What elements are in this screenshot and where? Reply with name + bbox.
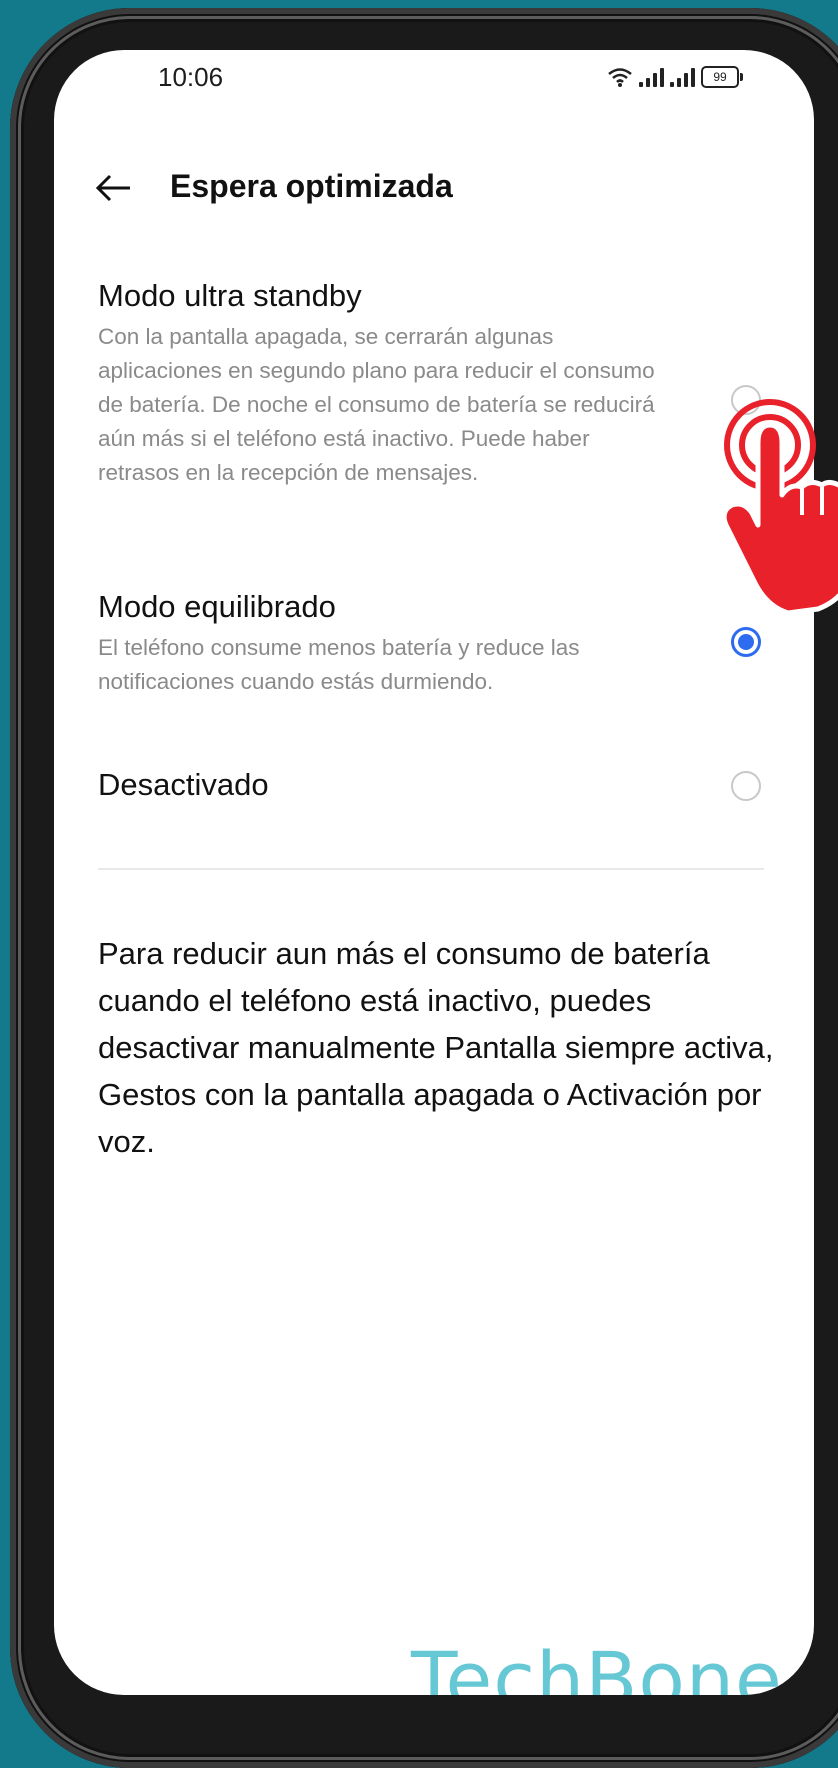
tap-hand-icon: [721, 399, 838, 615]
techbone-watermark: TechBone: [411, 1635, 783, 1695]
wifi-icon: [608, 68, 632, 87]
option-ultra-standby[interactable]: Modo ultra standby Con la pantalla apaga…: [98, 278, 768, 490]
back-arrow-icon[interactable]: [94, 168, 134, 208]
option-title: Modo equilibrado: [98, 589, 336, 624]
signal-icon-2: [670, 67, 695, 87]
option-description: Con la pantalla apagada, se cerrarán alg…: [98, 324, 655, 485]
battery-icon: 99: [701, 66, 743, 88]
signal-icon-1: [639, 67, 664, 87]
status-bar: 10:06 99: [54, 50, 814, 110]
option-title: Desactivado: [98, 767, 269, 802]
info-text: Para reducir aun más el consumo de bater…: [98, 936, 774, 1159]
header: Espera optimizada: [54, 150, 814, 230]
option-description: El teléfono consume menos batería y redu…: [98, 635, 580, 694]
status-time: 10:06: [158, 62, 224, 92]
page-title: Espera optimizada: [170, 168, 453, 204]
option-balanced[interactable]: Modo equilibrado El teléfono consume men…: [98, 589, 768, 699]
radio-balanced[interactable]: [731, 627, 761, 657]
status-icons: 99: [607, 62, 743, 92]
radio-disabled[interactable]: [731, 771, 761, 801]
option-title: Modo ultra standby: [98, 278, 362, 313]
phone-screen: 10:06 99 Espera optimizada Modo ultra st…: [54, 50, 814, 1695]
divider: [98, 868, 764, 870]
option-disabled[interactable]: Desactivado: [98, 767, 768, 803]
battery-level: 99: [713, 70, 727, 84]
